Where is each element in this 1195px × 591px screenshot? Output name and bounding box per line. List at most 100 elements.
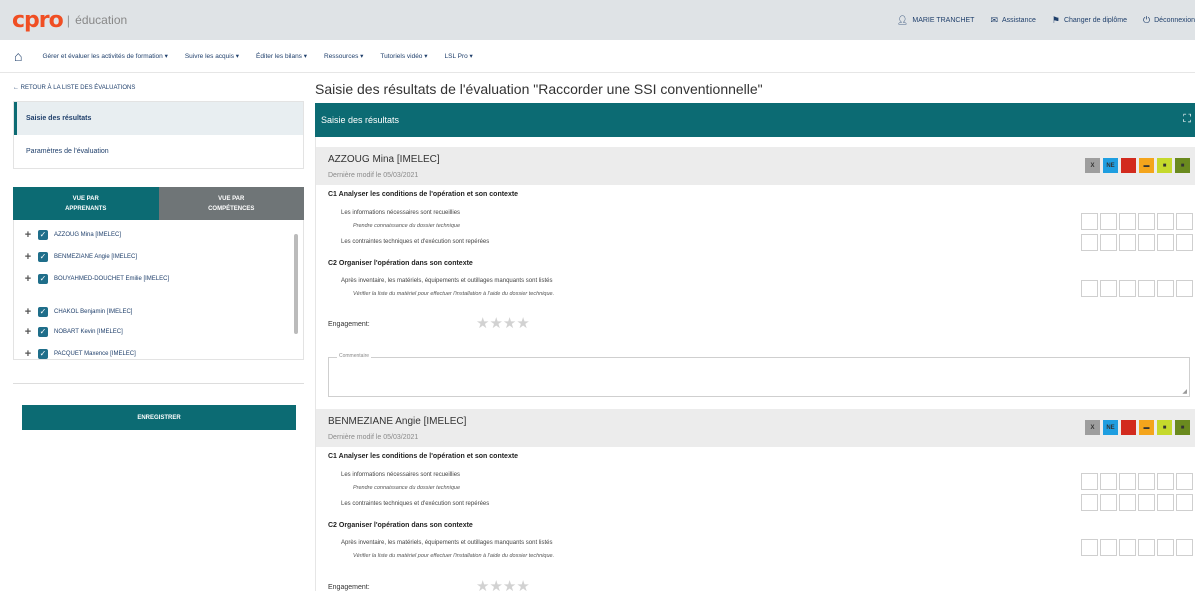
expand-icon[interactable]: + [24, 251, 32, 263]
change-diploma-label: Changer de diplôme [1063, 16, 1127, 24]
level-red-button[interactable] [1121, 420, 1136, 435]
rating-box[interactable] [1119, 280, 1136, 297]
level-orange-button[interactable]: ▬ [1139, 420, 1154, 435]
rating-box[interactable] [1081, 234, 1098, 251]
rating-box[interactable] [1176, 213, 1193, 230]
list-item[interactable]: + ✓ CHAKOL Benjamin [IMELEC] [24, 306, 133, 318]
main-nav: ⌂ Gérer et évaluer les activités de form… [0, 40, 1195, 73]
level-green-button[interactable]: ■ [1175, 158, 1190, 173]
rating-box[interactable] [1081, 539, 1098, 556]
level-lime-button[interactable]: ■ [1157, 420, 1172, 435]
rating-box[interactable] [1157, 494, 1174, 511]
rating-box[interactable] [1081, 213, 1098, 230]
expand-icon[interactable]: + [24, 326, 32, 338]
level-ne-button[interactable]: NE [1103, 420, 1118, 435]
level-x-button[interactable]: X [1085, 158, 1100, 173]
logout-link[interactable]: ⏻ Déconnexion [1143, 15, 1195, 26]
rating-box[interactable] [1100, 473, 1117, 490]
checkbox-checked-icon[interactable]: ✓ [38, 349, 48, 359]
rating-box[interactable] [1100, 234, 1117, 251]
home-icon[interactable]: ⌂ [14, 48, 22, 64]
rating-box[interactable] [1100, 494, 1117, 511]
engagement-stars[interactable]: ★★★★ [476, 577, 530, 591]
list-item[interactable]: + ✓ PACQUET Maxence [IMELEC] [24, 348, 136, 359]
rating-box[interactable] [1157, 280, 1174, 297]
rating-box[interactable] [1119, 539, 1136, 556]
level-lime-button[interactable]: ■ [1157, 158, 1172, 173]
tab-view-by-learners[interactable]: VUE PAR APPRENANTS [13, 187, 159, 220]
level-orange-button[interactable]: ▬ [1139, 158, 1154, 173]
panel-title: Saisie des résultats [321, 115, 400, 125]
list-item[interactable]: + ✓ BOUYAHMED-DOUCHET Emilie [IMELEC] [24, 273, 169, 285]
expand-icon[interactable]: + [24, 229, 32, 241]
student-card: BENMEZIANE Angie [IMELEC] Dernière modif… [316, 409, 1195, 591]
student-list[interactable]: + ✓ AZZOUG Mina [IMELEC] + ✓ BENMEZIANE … [13, 220, 304, 360]
user-menu[interactable]: 👤︎ MARIE TRANCHET [897, 15, 975, 26]
nav-video-tutorials[interactable]: Tutoriels vidéo ▾ [380, 52, 427, 60]
expand-icon[interactable]: + [24, 348, 32, 359]
level-ne-button[interactable]: NE [1103, 158, 1118, 173]
checkbox-checked-icon[interactable]: ✓ [38, 274, 48, 284]
divider [13, 383, 304, 384]
checkbox-checked-icon[interactable]: ✓ [38, 252, 48, 262]
level-x-button[interactable]: X [1085, 420, 1100, 435]
scrollbar[interactable] [294, 234, 298, 334]
rating-box[interactable] [1138, 234, 1155, 251]
rating-box[interactable] [1119, 213, 1136, 230]
rating-box[interactable] [1157, 234, 1174, 251]
rating-box[interactable] [1119, 234, 1136, 251]
nav-resources[interactable]: Ressources ▾ [324, 52, 363, 60]
sidebar-menu: Saisie des résultats Paramètres de l'éva… [13, 101, 304, 169]
engagement-label: Engagement: [328, 321, 370, 328]
list-item[interactable]: + ✓ AZZOUG Mina [IMELEC] [24, 229, 121, 241]
sidebar-item-settings[interactable]: Paramètres de l'évaluation [14, 135, 303, 168]
expand-icon[interactable]: + [24, 273, 32, 285]
rating-box[interactable] [1119, 494, 1136, 511]
checkbox-checked-icon[interactable]: ✓ [38, 230, 48, 240]
rating-box[interactable] [1119, 473, 1136, 490]
nav-lsl-pro[interactable]: LSL Pro ▾ [445, 52, 473, 60]
level-green-button[interactable]: ■ [1175, 420, 1190, 435]
list-item[interactable]: + ✓ NOBART Kevin [IMELEC] [24, 326, 123, 338]
save-button[interactable]: ENREGISTRER [22, 405, 296, 430]
rating-box[interactable] [1081, 280, 1098, 297]
assistance-link[interactable]: ✉︎ Assistance [990, 15, 1035, 26]
rating-box[interactable] [1100, 539, 1117, 556]
tab-view-by-skills[interactable]: VUE PAR COMPÉTENCES [158, 187, 304, 220]
rating-box[interactable] [1100, 213, 1117, 230]
engagement-stars[interactable]: ★★★★ [476, 314, 530, 332]
resize-grip-icon[interactable]: ◢ [1182, 388, 1187, 395]
rating-box[interactable] [1176, 473, 1193, 490]
change-diploma-link[interactable]: ⚑ Changer de diplôme [1052, 15, 1127, 26]
rating-box[interactable] [1176, 539, 1193, 556]
nav-edit-reports[interactable]: Éditer les bilans ▾ [256, 52, 307, 60]
rating-box[interactable] [1081, 494, 1098, 511]
rating-box[interactable] [1157, 473, 1174, 490]
sidebar-item-results[interactable]: Saisie des résultats [14, 102, 303, 135]
cpro-logo[interactable]: cpro [12, 8, 64, 33]
rating-box[interactable] [1176, 494, 1193, 511]
back-to-evaluations-link[interactable]: ← RETOUR À LA LISTE DES ÉVALUATIONS [13, 85, 135, 91]
checkbox-checked-icon[interactable]: ✓ [38, 307, 48, 317]
rating-box[interactable] [1100, 280, 1117, 297]
rating-box[interactable] [1157, 539, 1174, 556]
rating-box[interactable] [1157, 213, 1174, 230]
expand-icon[interactable]: + [24, 306, 32, 318]
checkbox-checked-icon[interactable]: ✓ [38, 327, 48, 337]
rating-box[interactable] [1138, 539, 1155, 556]
rating-box[interactable] [1176, 234, 1193, 251]
diploma-icon: ⚑ [1051, 14, 1060, 25]
rating-box[interactable] [1138, 213, 1155, 230]
rating-box[interactable] [1138, 494, 1155, 511]
level-red-button[interactable] [1121, 158, 1136, 173]
rating-box[interactable] [1138, 280, 1155, 297]
nav-follow-skills[interactable]: Suivre les acquis ▾ [185, 52, 239, 60]
rating-box[interactable] [1176, 280, 1193, 297]
rating-box[interactable] [1138, 473, 1155, 490]
nav-manage-activities[interactable]: Gérer et évaluer les activités de format… [42, 52, 167, 60]
results-panel: AZZOUG Mina [IMELEC] Dernière modif le 0… [315, 137, 1195, 591]
list-item[interactable]: + ✓ BENMEZIANE Angie [IMELEC] [24, 251, 137, 263]
rating-box[interactable] [1081, 473, 1098, 490]
comment-textarea[interactable]: Commentaire ◢ [328, 353, 1190, 397]
fullscreen-icon[interactable]: ⛶ [1183, 113, 1191, 126]
